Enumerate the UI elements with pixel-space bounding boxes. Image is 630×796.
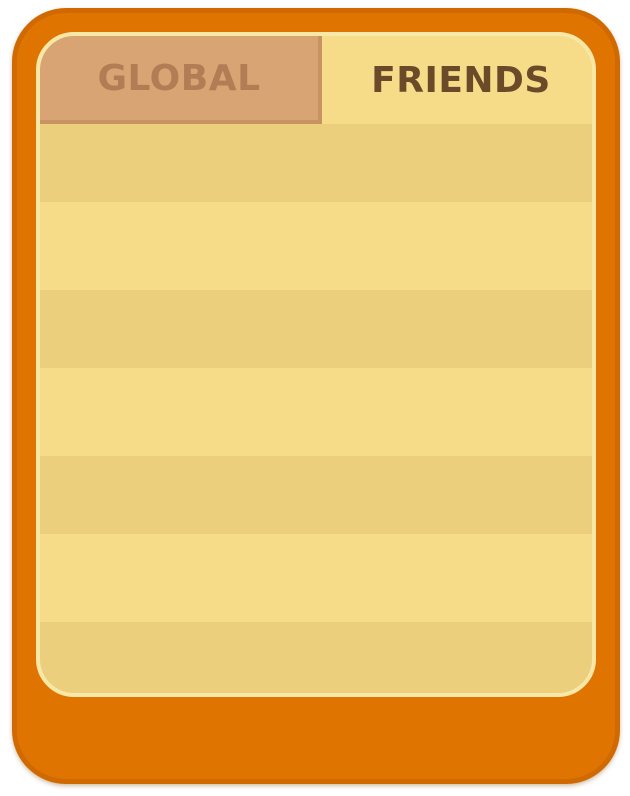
list-row bbox=[40, 290, 592, 368]
list-row bbox=[40, 368, 592, 456]
list-row bbox=[40, 534, 592, 622]
list-row bbox=[40, 456, 592, 534]
list-row bbox=[40, 202, 592, 290]
tab-friends[interactable]: FRIENDS bbox=[322, 36, 592, 124]
leaderboard-panel: GLOBAL FRIENDS bbox=[36, 32, 596, 697]
tab-bar: GLOBAL FRIENDS bbox=[40, 36, 592, 124]
leaderboard-list bbox=[40, 124, 592, 693]
list-row bbox=[40, 622, 592, 693]
leaderboard-frame: GLOBAL FRIENDS bbox=[12, 8, 620, 784]
list-row bbox=[40, 124, 592, 202]
tab-global[interactable]: GLOBAL bbox=[40, 36, 322, 124]
